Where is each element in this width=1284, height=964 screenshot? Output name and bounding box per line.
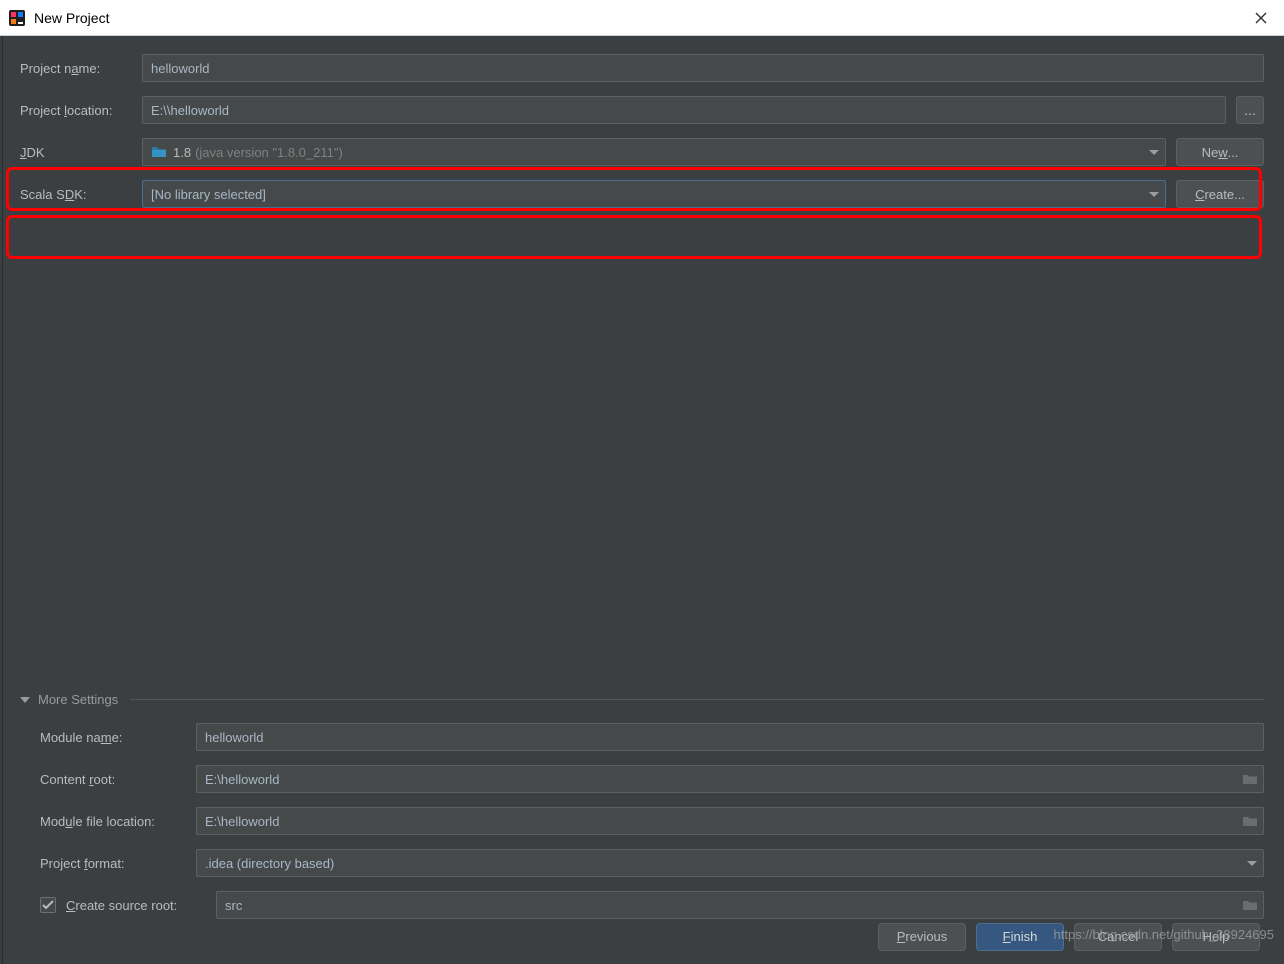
more-settings-toggle[interactable]: More Settings [20, 692, 1264, 707]
content-root-input[interactable] [196, 765, 1264, 793]
help-button[interactable]: Help [1172, 923, 1260, 951]
cancel-button[interactable]: Cancel [1074, 923, 1162, 951]
project-format-label: Project format: [40, 856, 196, 871]
chevron-down-icon [1247, 861, 1257, 866]
close-icon [1255, 12, 1267, 24]
highlight-scala-row [6, 215, 1262, 259]
triangle-down-icon [20, 697, 30, 703]
module-name-input[interactable] [196, 723, 1264, 751]
close-button[interactable] [1246, 3, 1276, 33]
jdk-version: 1.8 [173, 145, 191, 160]
folder-icon[interactable] [1242, 814, 1258, 828]
scala-sdk-dropdown[interactable]: [No library selected] [142, 180, 1166, 208]
project-name-label: Project name: [20, 61, 142, 76]
folder-icon [151, 145, 167, 159]
jdk-label: JDK [20, 145, 142, 160]
scala-sdk-value: [No library selected] [151, 187, 266, 202]
module-name-label: Module name: [40, 730, 196, 745]
more-settings-divider [130, 699, 1264, 700]
project-format-dropdown[interactable]: .idea (directory based) [196, 849, 1264, 877]
project-format-value: .idea (directory based) [205, 856, 334, 871]
project-location-label: Project location: [20, 103, 142, 118]
more-settings-label: More Settings [38, 692, 118, 707]
module-file-location-input[interactable] [196, 807, 1264, 835]
folder-icon[interactable] [1242, 772, 1258, 786]
chevron-down-icon [1149, 150, 1159, 155]
browse-location-button[interactable]: ... [1236, 96, 1264, 124]
intellij-icon [8, 9, 26, 27]
jdk-version-detail: (java version "1.8.0_211") [195, 145, 343, 160]
scala-create-button[interactable]: Create... [1176, 180, 1264, 208]
scala-sdk-label: Scala SDK: [20, 187, 142, 202]
module-file-location-label: Module file location: [40, 814, 196, 829]
jdk-new-button[interactable]: New... [1176, 138, 1264, 166]
side-divider [2, 36, 3, 964]
jdk-dropdown[interactable]: 1.8 (java version "1.8.0_211") [142, 138, 1166, 166]
project-name-input[interactable] [142, 54, 1264, 82]
finish-button[interactable]: Finish [976, 923, 1064, 951]
previous-button[interactable]: Previous [878, 923, 966, 951]
content-root-label: Content root: [40, 772, 196, 787]
chevron-down-icon [1149, 192, 1159, 197]
window-title: New Project [34, 10, 109, 26]
project-location-input[interactable] [142, 96, 1226, 124]
